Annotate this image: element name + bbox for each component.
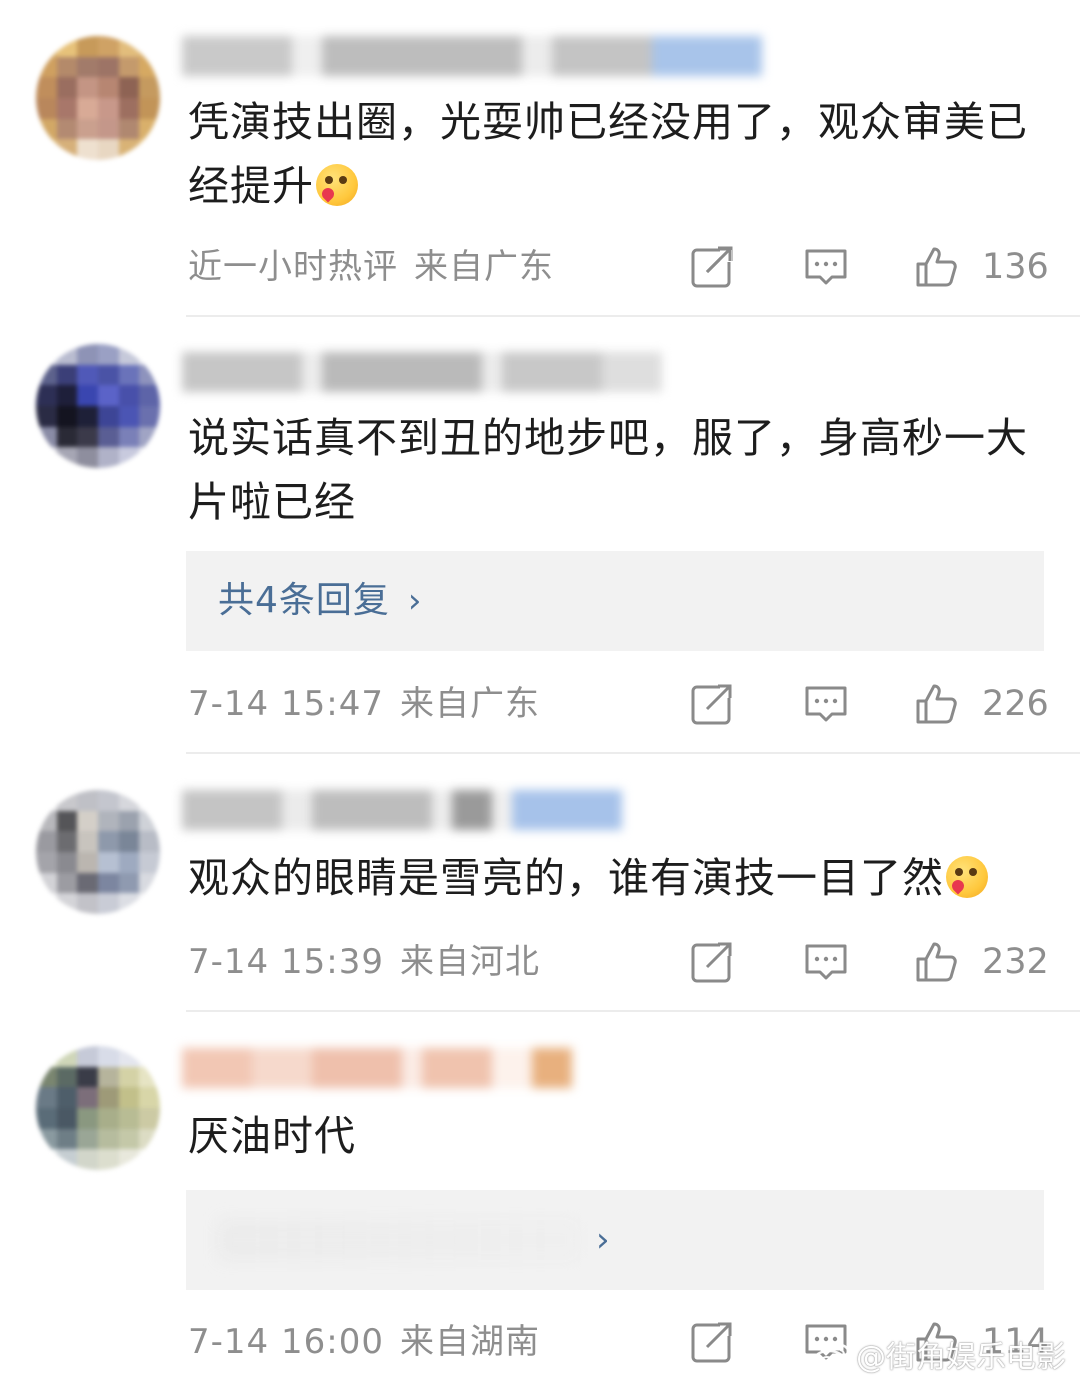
chevron-right-icon: › [407, 581, 423, 621]
reply-preview-blurred [218, 1220, 578, 1260]
reply-thread-box[interactable]: 共4条回复 › [186, 551, 1044, 651]
comment-location: 来自广东 [399, 684, 540, 724]
comment-meta: 近一小时热评 来自广东 136 [188, 237, 1049, 297]
divider [186, 752, 1080, 754]
like-icon[interactable] [914, 940, 958, 984]
like-count: 226 [982, 684, 1049, 724]
username-blurred[interactable] [182, 352, 662, 392]
watermark: @街角娱乐电影 [812, 1335, 1066, 1381]
kissing-heart-emoji-icon [946, 856, 988, 898]
comment-time: 7-14 15:39 来自河北 [188, 942, 540, 982]
avatar[interactable] [36, 36, 160, 160]
repost-icon[interactable] [690, 682, 734, 726]
comment-text: 观众的眼睛是雪亮的，谁有演技一目了然 [188, 846, 1050, 910]
avatar[interactable] [36, 344, 160, 468]
comment-location: 来自广东 [414, 247, 554, 287]
username-blurred[interactable] [182, 36, 762, 76]
comment-location: 来自湖南 [399, 1322, 540, 1362]
weibo-logo-icon [812, 1339, 852, 1371]
comment-text: 凭演技出圈，光耍帅已经没用了，观众审美已经提升 [188, 98, 1028, 210]
drooling-face-emoji-icon [316, 164, 358, 206]
comment-location: 来自河北 [399, 942, 540, 982]
comment-time: 7-14 15:47 来自广东 [188, 684, 540, 724]
comment-meta: 7-14 15:39 来自河北 232 [188, 932, 1049, 992]
repost-icon[interactable] [690, 1320, 734, 1364]
view-replies-link[interactable]: 共4条回复 › [218, 551, 423, 651]
like-count: 136 [982, 247, 1049, 287]
username-blurred[interactable] [182, 790, 622, 830]
comment-icon[interactable] [804, 245, 848, 289]
repost-icon[interactable] [690, 245, 734, 289]
divider [186, 1010, 1080, 1012]
avatar[interactable] [36, 790, 160, 914]
comment-time: 7-14 16:00 来自湖南 [188, 1322, 540, 1362]
comment-icon[interactable] [804, 682, 848, 726]
comment-meta: 7-14 15:47 来自广东 226 [188, 674, 1049, 734]
username-blurred[interactable] [182, 1048, 572, 1088]
chevron-right-icon[interactable]: › [596, 1190, 610, 1290]
comment-feed: 凭演技出圈，光耍帅已经没用了，观众审美已经提升 近一小时热评来自广东 136 [0, 0, 1080, 1395]
like-icon[interactable] [914, 682, 958, 726]
like-icon[interactable] [914, 245, 958, 289]
repost-icon[interactable] [690, 940, 734, 984]
like-count: 232 [982, 942, 1049, 982]
comment-icon[interactable] [804, 940, 848, 984]
avatar[interactable] [36, 1046, 160, 1170]
reply-thread-box[interactable]: › [186, 1190, 1044, 1290]
divider [186, 315, 1080, 317]
comment-text: 说实话真不到丑的地步吧，服了，身高秒一大片啦已经 [188, 414, 1028, 526]
comment-text: 厌油时代 [188, 1112, 356, 1160]
comment-time: 近一小时热评 来自广东 [188, 247, 554, 287]
